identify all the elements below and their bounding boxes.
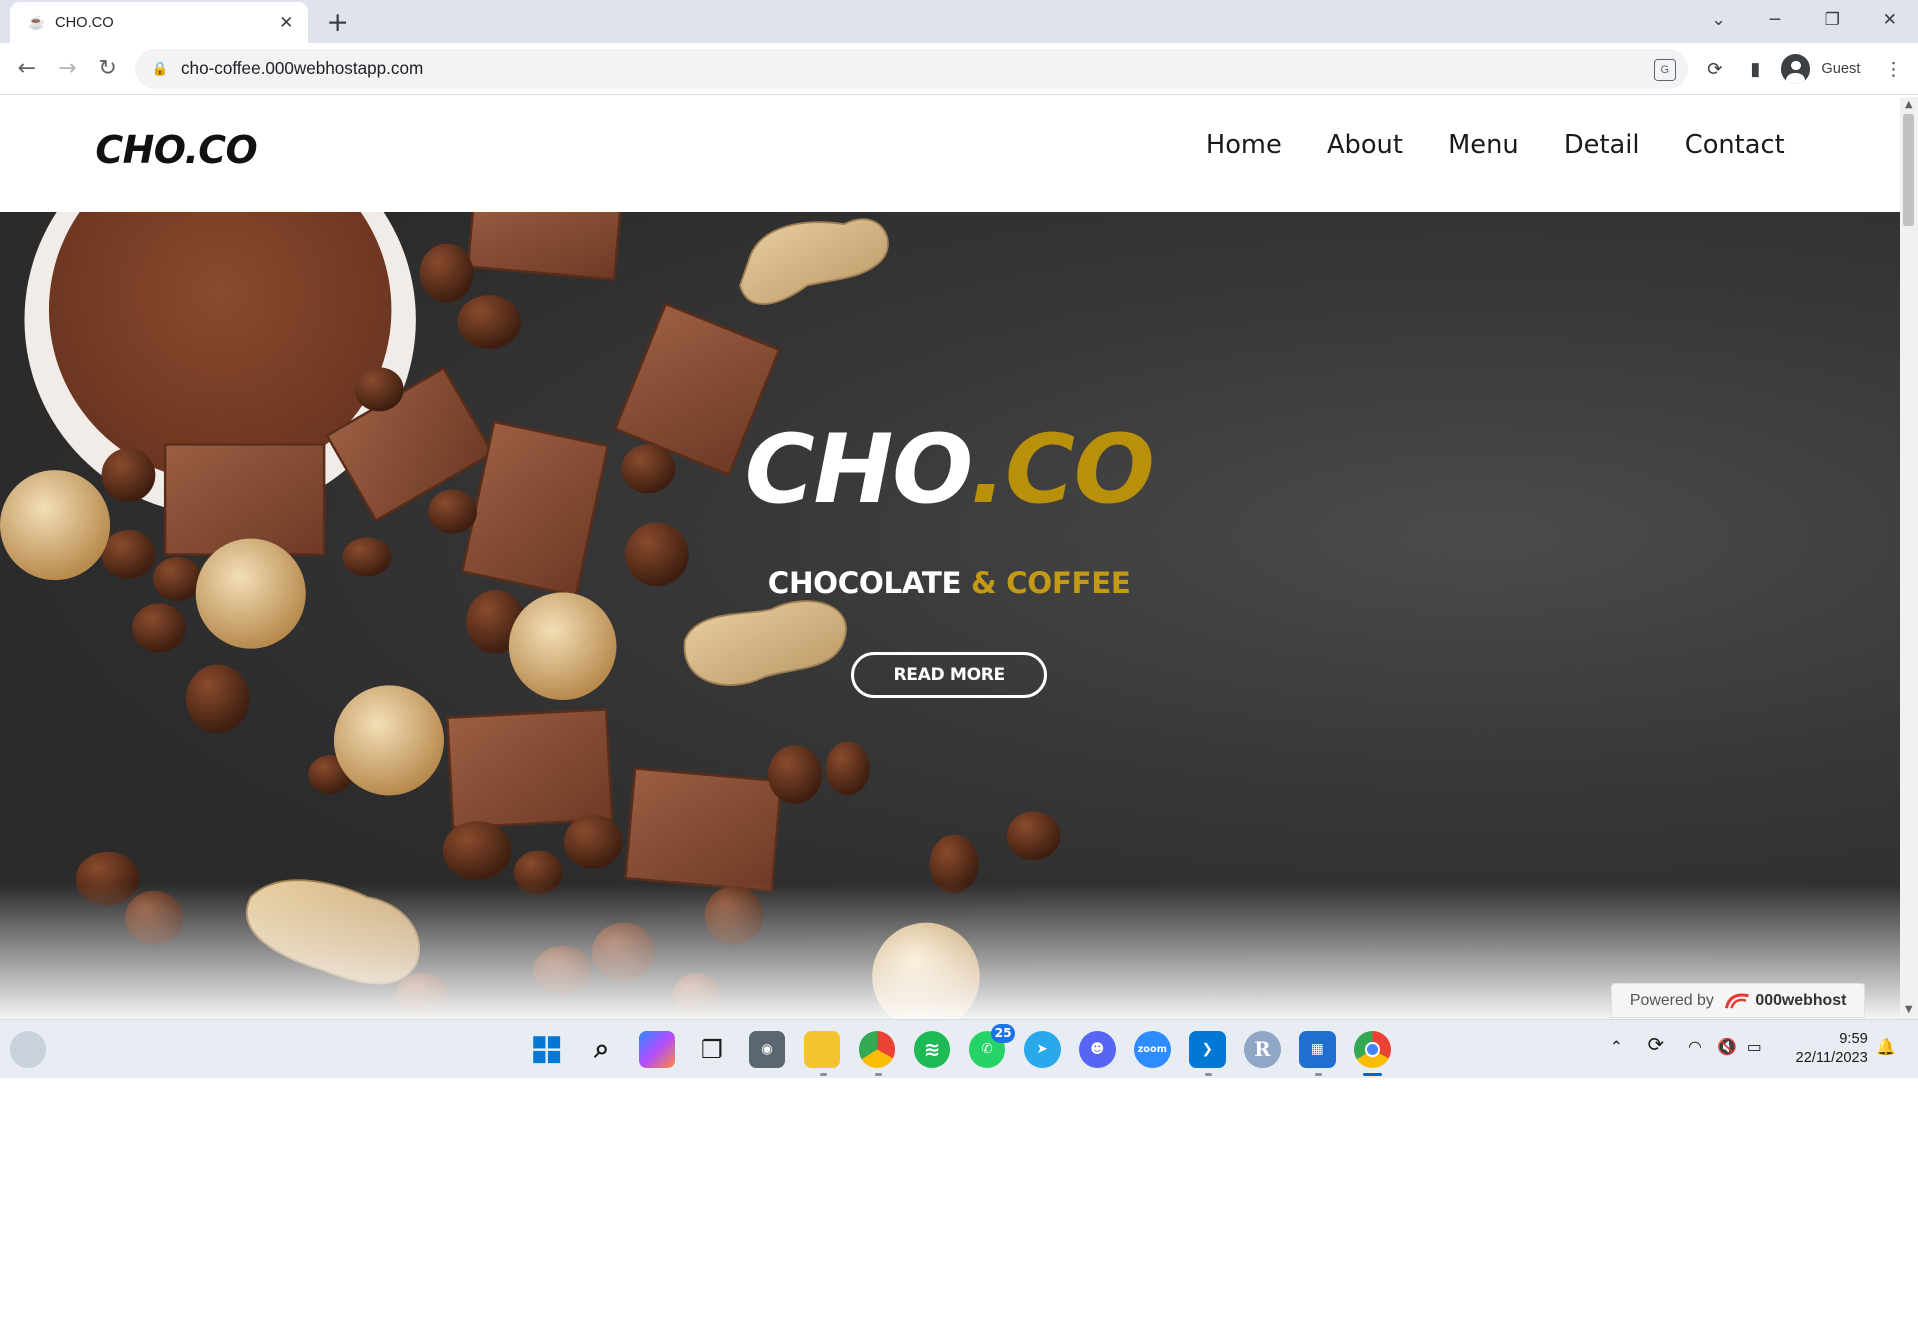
main-nav: Home About Menu Detail Contact [1206,130,1785,160]
powered-by-label: Powered by [1629,991,1714,1009]
copilot-icon[interactable] [638,1030,676,1068]
vscode-icon[interactable]: ❯ [1188,1030,1226,1068]
close-tab-icon[interactable]: ✕ [276,13,296,33]
reload-button[interactable]: ↻ [92,53,124,85]
zoom-icon[interactable]: zoom [1133,1030,1171,1068]
microsoft-store-icon[interactable]: ▦ [1299,1030,1336,1068]
more-menu-icon[interactable]: ⋮ [1881,57,1905,81]
tab-title: CHO.CO [55,14,114,31]
host-brand: 000webhost [1724,991,1847,1011]
new-tab-button[interactable]: + [320,5,354,39]
start-icon[interactable] [528,1031,565,1068]
sync-icon[interactable]: ⟳ [1648,1033,1664,1056]
chrome-profile-running-indicator [874,1072,882,1077]
zoom-icon-label: zoom [1137,1043,1167,1055]
chrome-active-indicator [1362,1072,1383,1077]
web-page: CHO.CO Home About Menu Detail Contact CH… [0,96,1900,1019]
host-brand-label: 000webhost [1755,991,1847,1009]
browser-tab-strip: ☕ CHO.CO ✕ + ⌄ ─ ❐ ✕ [0,0,1918,43]
scroll-up-icon[interactable]: ▲ [1903,99,1914,111]
nav-link-detail[interactable]: Detail [1564,130,1640,160]
site-logo[interactable]: CHO.CO [95,128,257,172]
file-explorer-icon[interactable] [803,1030,841,1068]
battery-icon[interactable]: ▭ [1747,1037,1762,1056]
webhost-logo-icon [1724,993,1749,1009]
nav-link-about[interactable]: About [1327,130,1403,160]
whatsapp-icon[interactable]: ✆ 25 [968,1023,1016,1068]
hero-subtitle-white: CHOCOLATE [767,566,962,601]
camera-app-icon[interactable]: ◉ [748,1030,786,1068]
clock-date: 22/11/2023 [1795,1050,1868,1067]
profile-button[interactable]: Guest [1778,52,1870,86]
chrome-profile-icon[interactable] [858,1030,896,1068]
hero-title: CHO.CO [741,422,1157,517]
system-clock[interactable]: 9:59 22/11/2023 [1780,1030,1868,1069]
volume-muted-icon[interactable]: 🔇 [1717,1037,1737,1056]
profile-label: Guest [1821,61,1861,78]
translate-icon[interactable]: G [1653,58,1676,81]
browser-tab[interactable]: ☕ CHO.CO ✕ [9,2,309,43]
tab-search-icon[interactable]: ⌄ [1690,0,1746,39]
restore-button[interactable]: ❐ [1804,0,1860,39]
avatar-icon [1780,54,1811,84]
powered-by-badge[interactable]: Powered by 000webhost [1610,983,1866,1018]
scroll-down-icon[interactable]: ▼ [1903,1004,1914,1016]
explorer-running-indicator [819,1072,827,1077]
hero-subtitle-gold: & COFFEE [971,566,1131,601]
nav-link-home[interactable]: Home [1206,130,1282,160]
back-button[interactable]: ← [11,53,43,85]
url-text: cho-coffee.000webhostapp.com [181,59,424,79]
hero-subtitle: CHOCOLATE & COFFEE [741,566,1157,600]
telegram-icon[interactable]: ➤ [1023,1030,1061,1068]
site-favicon-icon: ☕ [28,14,46,30]
task-view-icon[interactable]: ❐ [694,1031,731,1068]
hero-section: CHO.CO CHOCOLATE & COFFEE READ MORE [0,211,1900,1019]
site-header: CHO.CO Home About Menu Detail Contact [0,96,1900,212]
store-running-indicator [1314,1072,1323,1077]
nav-link-menu[interactable]: Menu [1448,130,1519,160]
lock-icon: 🔒 [151,61,169,77]
discord-icon[interactable]: ☻ [1078,1030,1116,1068]
scrollbar-thumb[interactable] [1903,113,1915,227]
notifications-icon[interactable]: 🔔 [1876,1037,1896,1056]
whatsapp-badge: 25 [990,1023,1016,1044]
chrome-icon[interactable] [1354,1030,1391,1068]
hero-title-white: CHO [744,413,971,525]
read-more-button[interactable]: READ MORE [851,651,1048,699]
clock-time: 9:59 [1839,1030,1868,1047]
r-app-icon[interactable]: R [1243,1030,1281,1068]
widgets-icon[interactable] [9,1030,47,1068]
chrome-center-icon [1365,1041,1380,1057]
forward-button[interactable]: → [51,53,83,85]
wifi-icon[interactable]: ◠ [1688,1037,1702,1056]
browser-toolbar: ← → ↻ 🔒 cho-coffee.000webhostapp.com G ⟳… [0,42,1918,96]
show-hidden-icons-icon[interactable]: ⌃ [1610,1037,1623,1056]
minimize-button[interactable]: ─ [1747,0,1803,39]
r-app-label: R [1254,1037,1271,1061]
windows-taskbar: ⌕ ❐ ◉ ≋ ✆ 25 ➤ ☻ zoom ❯ R ▦ ⌃ ⟳ ◠ 🔇 ▭ 9:5… [0,1018,1918,1078]
close-window-button[interactable]: ✕ [1862,0,1918,39]
extensions-icon[interactable]: ⟳ [1703,57,1727,81]
page-scrollbar[interactable]: ▲ ▼ [1899,96,1918,1019]
spotify-icon[interactable]: ≋ [913,1030,951,1068]
address-bar[interactable]: 🔒 cho-coffee.000webhostapp.com G [134,48,1688,90]
nav-link-contact[interactable]: Contact [1685,130,1785,160]
side-panel-icon[interactable]: ▮ [1743,57,1767,81]
hero-title-gold: .CO [969,413,1155,525]
search-icon[interactable]: ⌕ [583,1031,620,1068]
vscode-running-indicator [1204,1072,1213,1077]
